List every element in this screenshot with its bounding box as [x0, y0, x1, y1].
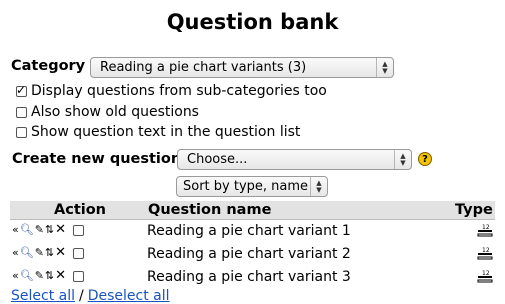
column-type[interactable]: Type — [455, 202, 493, 218]
preview-icon[interactable]: 🔍︎ — [20, 247, 34, 259]
question-text-checkbox[interactable] — [16, 126, 27, 138]
help-icon[interactable]: ? — [418, 152, 432, 166]
move-icon[interactable]: « — [12, 224, 19, 236]
question-name: Reading a pie chart variant 3 — [147, 269, 351, 285]
question-name: Reading a pie chart variant 1 — [147, 223, 351, 239]
copy-icon[interactable]: ⇅ — [45, 247, 54, 259]
svg-text:12: 12 — [482, 224, 490, 231]
preview-icon[interactable]: 🔍︎ — [20, 224, 34, 236]
delete-icon[interactable]: ✕ — [55, 223, 66, 236]
move-icon[interactable]: « — [12, 247, 19, 259]
page-title: Question bank — [166, 10, 339, 34]
option-old-questions[interactable]: Also show old questions — [16, 104, 199, 120]
category-select[interactable]: Reading a pie chart variants (3) ▲ ▼ — [90, 57, 394, 78]
type-icon: 12 — [477, 270, 493, 283]
preview-icon[interactable]: 🔍︎ — [20, 270, 34, 282]
old-questions-checkbox[interactable] — [16, 106, 27, 118]
subcategories-checkbox[interactable] — [16, 83, 27, 97]
chevron-updown-icon: ▲ ▼ — [394, 150, 411, 169]
svg-text:12: 12 — [482, 270, 490, 277]
chevron-updown-icon: ▲ ▼ — [310, 177, 327, 196]
select-checkbox[interactable] — [73, 224, 85, 236]
copy-icon[interactable]: ⇅ — [45, 270, 54, 282]
svg-text:12: 12 — [482, 247, 490, 254]
table-row: « 🔍︎ ✎ ⇅ ✕ Reading a pie chart variant 1… — [10, 221, 495, 243]
type-icon: 12 — [477, 247, 493, 260]
chevron-updown-icon: ▲ ▼ — [376, 58, 393, 77]
delete-icon[interactable]: ✕ — [55, 246, 66, 259]
sort-select[interactable]: Sort by type, name ▲ ▼ — [176, 176, 328, 197]
select-checkbox[interactable] — [73, 247, 85, 259]
move-icon[interactable]: « — [12, 270, 19, 282]
create-question-label: Create new question — [12, 151, 182, 167]
table-row: « 🔍︎ ✎ ⇅ ✕ Reading a pie chart variant 3… — [10, 267, 495, 289]
edit-icon[interactable]: ✎ — [35, 247, 44, 259]
copy-icon[interactable]: ⇅ — [45, 224, 54, 236]
option-label: Display questions from sub-categories to… — [31, 83, 327, 99]
category-label: Category — [11, 58, 86, 74]
select-checkbox[interactable] — [73, 270, 85, 282]
edit-icon[interactable]: ✎ — [35, 224, 44, 236]
option-subcategories[interactable]: Display questions from sub-categories to… — [16, 83, 327, 99]
option-question-text[interactable]: Show question text in the question list — [16, 124, 300, 140]
table-row: « 🔍︎ ✎ ⇅ ✕ Reading a pie chart variant 2… — [10, 244, 495, 266]
type-icon: 12 — [477, 224, 493, 237]
sort-selected-value: Sort by type, name — [183, 179, 309, 194]
table-header: Action Question name Type — [10, 201, 495, 220]
edit-icon[interactable]: ✎ — [35, 270, 44, 282]
question-name: Reading a pie chart variant 2 — [147, 246, 351, 262]
option-label: Show question text in the question list — [31, 124, 301, 140]
create-selected-value: Choose... — [187, 152, 248, 167]
category-selected-value: Reading a pie chart variants (3) — [100, 60, 307, 75]
option-label: Also show old questions — [31, 104, 199, 120]
create-question-select[interactable]: Choose... ▲ ▼ — [177, 149, 412, 170]
delete-icon[interactable]: ✕ — [55, 269, 66, 282]
column-action: Action — [54, 202, 107, 218]
column-question-name[interactable]: Question name — [148, 202, 271, 218]
